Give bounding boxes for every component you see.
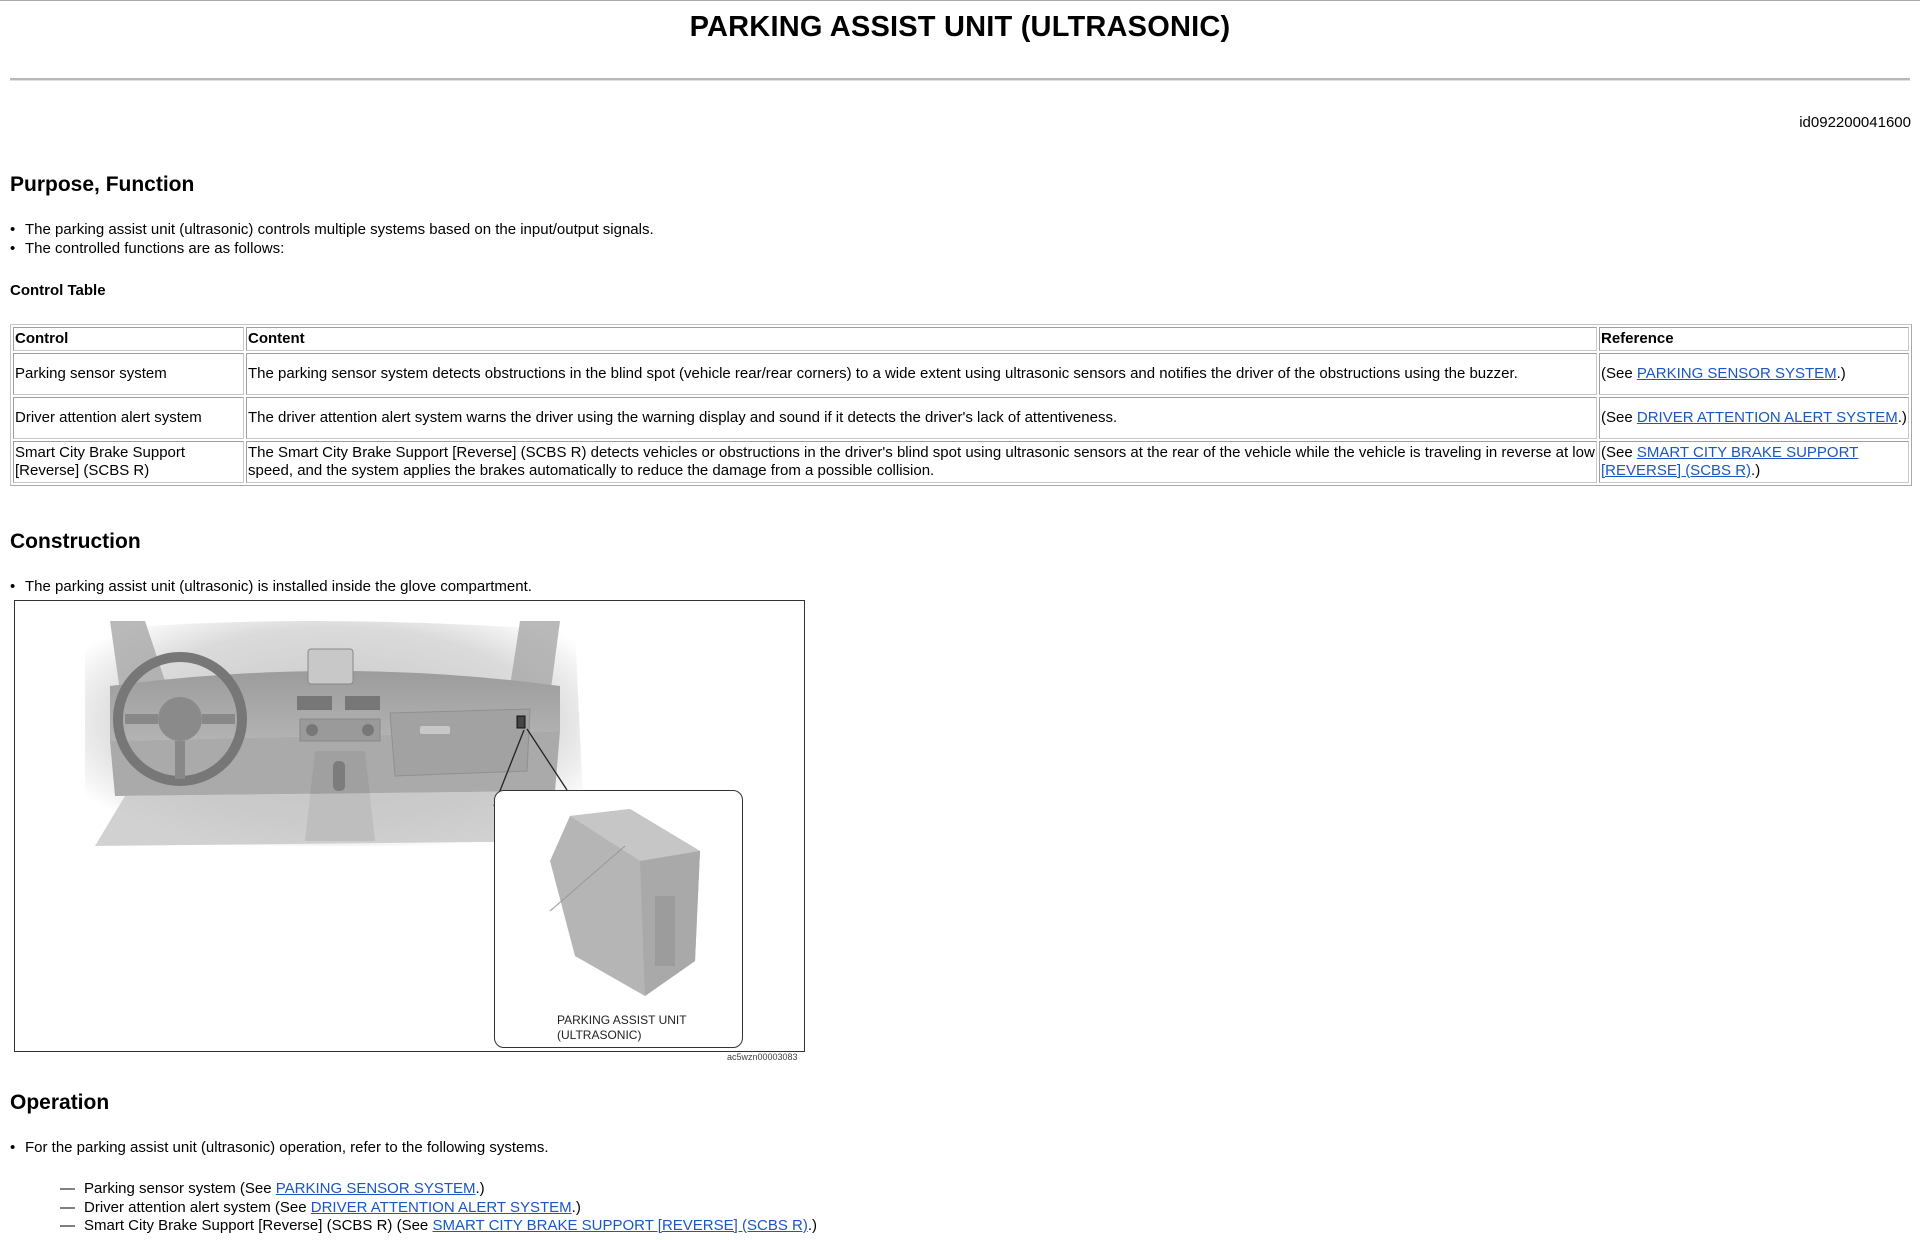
parking-sensor-system-link[interactable]: PARKING SENSOR SYSTEM — [276, 1180, 476, 1197]
section-heading-operation: Operation — [10, 1091, 110, 1114]
list-item-text: Parking sensor system (See — [84, 1180, 276, 1197]
operation-system-list: Parking sensor system (See PARKING SENSO… — [60, 1180, 817, 1236]
reference-cell: (See PARKING SENSOR SYSTEM.) — [1599, 353, 1909, 395]
column-header-control: Control — [13, 327, 244, 351]
control-cell: Parking sensor system — [13, 353, 244, 395]
reference-prefix: (See — [1601, 443, 1637, 461]
reference-prefix: (See — [1601, 364, 1637, 382]
control-table-title: Control Table — [10, 282, 106, 299]
bullet-item: The parking assist unit (ultrasonic) con… — [10, 221, 654, 240]
driver-attention-alert-system-link[interactable]: DRIVER ATTENTION ALERT SYSTEM — [311, 1199, 572, 1216]
reference-prefix: (See — [1601, 408, 1637, 426]
list-item: Smart City Brake Support [Reverse] (SCBS… — [60, 1217, 817, 1236]
title-divider — [10, 78, 1910, 81]
column-header-content: Content — [246, 327, 1597, 351]
page-title: PARKING ASSIST UNIT (ULTRASONIC) — [689, 11, 1231, 43]
callout-box: PARKING ASSIST UNIT (ULTRASONIC) — [494, 790, 743, 1048]
bullet-item: The controlled functions are as follows: — [10, 240, 654, 259]
section-heading-purpose: Purpose, Function — [10, 173, 195, 196]
callout-label-line: (ULTRASONIC) — [557, 1028, 642, 1042]
list-item-suffix: .) — [475, 1180, 485, 1197]
list-item-suffix: .) — [807, 1217, 817, 1234]
list-item-text: Driver attention alert system (See — [84, 1198, 311, 1216]
table-row: Driver attention alert system The driver… — [13, 397, 1909, 439]
reference-suffix: .) — [1836, 364, 1846, 382]
callout-label-line: PARKING ASSIST UNIT — [557, 1013, 687, 1027]
top-border — [0, 0, 1920, 1]
document-id: id092200041600 — [1799, 114, 1911, 131]
bullet-item: The parking assist unit (ultrasonic) is … — [10, 578, 532, 597]
figure-id: ac5wzn00003083 — [727, 1052, 798, 1062]
scbs-r-link[interactable]: SMART CITY BRAKE SUPPORT [REVERSE] (SCBS… — [432, 1217, 807, 1234]
list-item: Driver attention alert system (See DRIVE… — [60, 1199, 817, 1218]
driver-attention-alert-system-link[interactable]: DRIVER ATTENTION ALERT SYSTEM — [1637, 409, 1898, 426]
list-item-text: Smart City Brake Support [Reverse] (SCBS… — [84, 1217, 433, 1234]
scbs-r-link[interactable]: SMART CITY BRAKE SUPPORT [REVERSE] (SCBS… — [1601, 444, 1858, 480]
reference-cell: (See SMART CITY BRAKE SUPPORT [REVERSE] … — [1599, 441, 1909, 483]
glove-compartment — [389, 708, 531, 777]
content-cell: The Smart City Brake Support [Reverse] (… — [246, 441, 1597, 483]
bullet-item: For the parking assist unit (ultrasonic)… — [10, 1139, 549, 1158]
column-header-reference: Reference — [1599, 327, 1909, 351]
callout-label: PARKING ASSIST UNIT (ULTRASONIC) — [557, 1013, 687, 1043]
center-screen — [307, 648, 354, 685]
reference-suffix: .) — [1751, 462, 1761, 479]
table-row: Smart City Brake Support [Reverse] (SCBS… — [13, 441, 1909, 483]
content-cell: The parking sensor system detects obstru… — [246, 353, 1597, 395]
parking-assist-unit-illustration — [549, 809, 700, 996]
control-cell: Driver attention alert system — [13, 397, 244, 439]
parking-sensor-system-link[interactable]: PARKING SENSOR SYSTEM — [1637, 365, 1837, 382]
construction-bullet-list: The parking assist unit (ultrasonic) is … — [10, 578, 532, 597]
content-cell: The driver attention alert system warns … — [246, 397, 1597, 439]
reference-cell: (See DRIVER ATTENTION ALERT SYSTEM.) — [1599, 397, 1909, 439]
control-table: Control Content Reference Parking sensor… — [10, 324, 1912, 486]
reference-suffix: .) — [1897, 408, 1907, 426]
list-item: Parking sensor system (See PARKING SENSO… — [60, 1180, 817, 1199]
list-item-suffix: .) — [571, 1198, 581, 1216]
section-heading-construction: Construction — [10, 530, 141, 553]
purpose-bullet-list: The parking assist unit (ultrasonic) con… — [10, 221, 654, 258]
dashboard-location-figure: PARKING ASSIST UNIT (ULTRASONIC) — [14, 600, 805, 1052]
control-cell: Smart City Brake Support [Reverse] (SCBS… — [13, 441, 244, 483]
table-header-row: Control Content Reference — [13, 327, 1909, 351]
unit-location-marker — [516, 715, 526, 729]
operation-bullet-list: For the parking assist unit (ultrasonic)… — [10, 1139, 549, 1158]
table-row: Parking sensor system The parking sensor… — [13, 353, 1909, 395]
